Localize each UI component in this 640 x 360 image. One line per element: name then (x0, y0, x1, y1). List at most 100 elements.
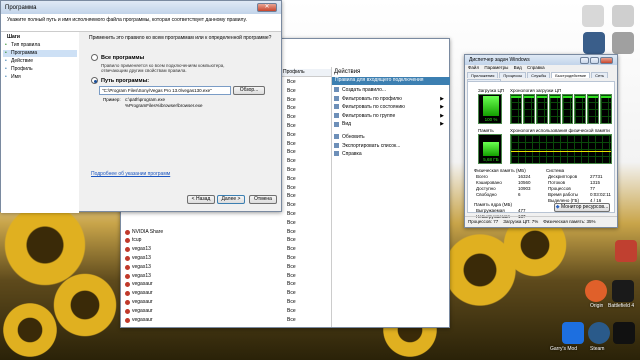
cpu-core-graph (587, 94, 600, 124)
table-row[interactable]: vegasaur Все (121, 317, 331, 325)
status-memory: Физическая память: 35% (543, 219, 596, 224)
dialog-title: Программа (5, 4, 37, 11)
table-row[interactable]: vegasaur Все (121, 281, 331, 289)
radio-all-programs[interactable] (91, 54, 98, 61)
cpu-core-graph (535, 94, 548, 124)
tab-performance[interactable]: Быстродействие (551, 72, 591, 78)
battlefield-icon[interactable] (612, 280, 634, 302)
rule-profile: Все (287, 219, 296, 226)
stat-label: Выгружаемая (476, 208, 505, 213)
menu-options[interactable]: Параметры (484, 65, 508, 70)
rule-profile: Все (287, 307, 296, 314)
step-bullet-icon: • (5, 50, 7, 56)
rule-profile: Все (287, 175, 296, 182)
chevron-right-icon: ▶ (440, 104, 444, 111)
taskmgr-title: Диспетчер задач Windows (469, 57, 530, 63)
resource-monitor-button[interactable]: ◆ Монитор ресурсов... (554, 203, 610, 212)
menu-view[interactable]: Вид (514, 65, 522, 70)
steam-icon[interactable] (588, 322, 610, 344)
battlefield-icon[interactable] (613, 322, 635, 344)
rule-profile: Все (287, 246, 296, 253)
minimize-button[interactable] (580, 56, 589, 64)
desktop-label: Battlefield 4 (608, 303, 635, 309)
table-row[interactable]: tcup Все (121, 237, 331, 245)
table-row[interactable]: vegas13 Все (121, 255, 331, 263)
desktop-shortcut-icon[interactable] (582, 5, 604, 27)
tab-services[interactable]: Службы (527, 72, 551, 78)
table-row[interactable]: vegasaur Все (121, 299, 331, 307)
action-item[interactable]: Фильтровать по группе ▶ (334, 113, 446, 121)
action-item[interactable]: Фильтровать по профилю ▶ (334, 96, 446, 104)
desktop-shortcut-icon[interactable] (612, 32, 634, 54)
browse-button[interactable]: Обзор... (233, 86, 265, 95)
more-info-link[interactable]: Подробнее об указании программ (91, 171, 170, 177)
monitor-icon[interactable] (583, 32, 605, 54)
table-row[interactable]: vegasaur Все (121, 290, 331, 298)
desktop-label: Steam (590, 346, 605, 352)
desktop-shortcut-icon[interactable] (612, 5, 634, 27)
table-row[interactable]: vegasaur Все (121, 308, 331, 316)
allow-rule-icon (125, 282, 130, 288)
action-label: Создать правило... (342, 87, 387, 93)
radio-program-path[interactable] (91, 77, 98, 84)
rule-name: vegas13 (132, 246, 151, 253)
back-button[interactable]: < Назад (187, 195, 215, 204)
rule-name: vegas13 (132, 255, 151, 261)
table-row[interactable]: vegas13 Все (121, 246, 331, 254)
table-row[interactable]: vegas13 Все (121, 264, 331, 272)
menu-help[interactable]: Справка (527, 65, 545, 70)
question-text: Применить это правило ко всем программам… (89, 35, 272, 41)
stat-value: 27731 (590, 174, 603, 179)
table-row[interactable]: Все (121, 220, 331, 228)
garrys-mod-icon[interactable] (562, 322, 584, 344)
action-item[interactable]: Экспортировать список... (334, 143, 446, 151)
desktop-label: Origin (590, 303, 604, 309)
table-row[interactable]: vegas13 Все (121, 273, 331, 281)
rule-name: vegasaur (132, 290, 153, 297)
chevron-right-icon: ▶ (440, 121, 444, 128)
step-item[interactable]: • Тип правила (3, 42, 77, 49)
program-path-value: "C:\Program Files\Sony\Vegas Pro 13.0\ve… (102, 88, 212, 93)
stat-value: 10903 (518, 186, 531, 191)
table-row[interactable]: Все (121, 211, 331, 219)
action-item[interactable]: Создать правило... (334, 87, 446, 95)
table-row[interactable]: NVIDIA Share Все (121, 229, 331, 237)
step-item[interactable]: • Профиль (3, 66, 77, 73)
next-button[interactable]: Далее > (217, 195, 245, 204)
allow-rule-icon (125, 256, 130, 261)
allow-rule-icon (125, 317, 130, 323)
memory-value: 5,68 ГБ (483, 157, 499, 162)
close-button[interactable] (600, 56, 613, 64)
actions-group-header[interactable]: Правила для входящего подключения (332, 77, 450, 85)
export-icon (334, 142, 339, 148)
taskmgr-menu: Файл Параметры Вид Справка (465, 65, 617, 72)
step-bullet-icon: • (5, 74, 7, 80)
cpu-core-line (536, 96, 547, 98)
step-item[interactable]: • Действие (3, 58, 77, 65)
rule-profile: Все (287, 272, 296, 279)
tab-applications[interactable]: Приложения (467, 72, 499, 78)
refresh-icon (334, 134, 339, 140)
cancel-button[interactable]: Отмена (249, 195, 277, 204)
cpu-core-line (562, 96, 573, 98)
action-item[interactable]: Вид ▶ (334, 121, 446, 129)
origin-icon[interactable] (585, 280, 607, 302)
new-rule-wizard-dialog: Программа ✕ Укажите полный путь и имя ис… (0, 0, 282, 213)
rule-profile: Все (287, 316, 296, 323)
action-item[interactable]: Справка (334, 151, 446, 159)
allow-rule-icon (125, 229, 130, 235)
cpu-core-graph (510, 94, 522, 124)
tab-network[interactable]: Сеть (591, 72, 609, 78)
tab-processes[interactable]: Процессы (499, 72, 527, 78)
action-item[interactable]: Фильтровать по состоянию ▶ (334, 104, 446, 112)
step-item[interactable]: • Программа (3, 50, 77, 57)
maximize-button[interactable] (590, 56, 599, 64)
menu-file[interactable]: Файл (468, 65, 479, 70)
desktop-shortcut-icon[interactable] (615, 240, 637, 262)
close-button[interactable]: ✕ (257, 3, 277, 12)
column-header-profile[interactable]: Профиль (281, 69, 331, 77)
allow-rule-icon (125, 247, 130, 253)
program-path-input[interactable]: "C:\Program Files\Sony\Vegas Pro 13.0\ve… (99, 86, 231, 95)
step-item[interactable]: • Имя (3, 74, 77, 81)
action-item[interactable]: Обновить (334, 134, 446, 142)
